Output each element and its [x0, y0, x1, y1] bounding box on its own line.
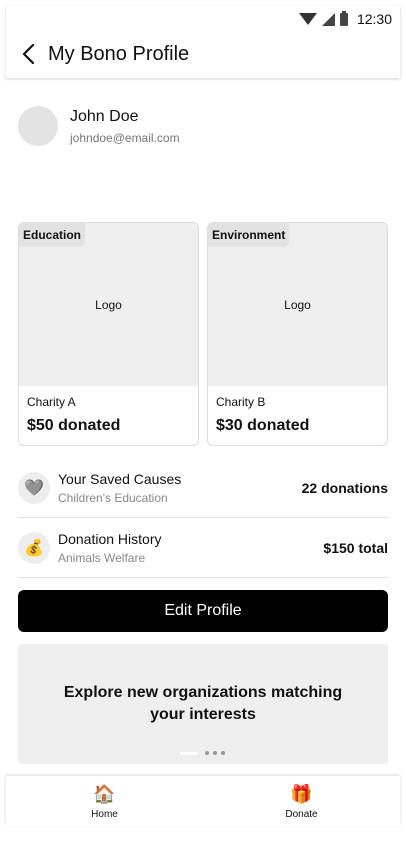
- row-value: $150 total: [323, 539, 388, 556]
- category-tag: Education: [19, 223, 86, 247]
- row-title: Donation History: [58, 530, 162, 547]
- edit-profile-button[interactable]: Edit Profile: [18, 590, 388, 632]
- profile-email: johndoe@email.com: [70, 131, 180, 145]
- saved-causes-row[interactable]: 🩶 Your Saved Causes Children's Education…: [18, 458, 388, 518]
- donation-history-row[interactable]: 💰 Donation History Animals Welfare $150 …: [18, 518, 388, 578]
- heart-icon: 🩶: [18, 471, 50, 504]
- row-value: 22 donations: [301, 479, 388, 496]
- carousel-dot[interactable]: [213, 751, 217, 755]
- charity-cards: Logo Education Charity A $50 donated Log…: [18, 222, 388, 446]
- bottom-nav: 🏠 Home 🎁 Donate: [6, 776, 400, 826]
- nav-item-donate[interactable]: 🎁 Donate: [203, 776, 400, 826]
- nav-item-home[interactable]: 🏠 Home: [6, 776, 203, 826]
- charity-amount: $30 donated: [216, 417, 310, 434]
- profile-summary: John Doe johndoe@email.com: [18, 106, 180, 146]
- carousel-dot[interactable]: [205, 751, 209, 755]
- charity-name: Charity B: [216, 395, 266, 409]
- charity-name: Charity A: [27, 395, 76, 409]
- explore-banner[interactable]: Explore new organizations matching your …: [18, 644, 388, 764]
- row-subtitle: Children's Education: [58, 490, 168, 505]
- row-subtitle: Animals Welfare: [58, 550, 146, 565]
- back-button[interactable]: [8, 34, 48, 74]
- page-title: My Bono Profile: [48, 42, 190, 65]
- home-icon: 🏠: [93, 783, 116, 804]
- charity-logo: Logo: [19, 223, 198, 386]
- banner-text: Explore new organizations matching your …: [63, 684, 343, 723]
- battery-icon: [339, 10, 348, 26]
- charity-logo: Logo: [208, 223, 387, 386]
- carousel-dot-active[interactable]: [180, 751, 198, 755]
- signal-icon: [321, 12, 335, 26]
- nav-label: Home: [91, 808, 118, 820]
- profile-name: John Doe: [70, 108, 139, 125]
- charity-card[interactable]: Logo Education Charity A $50 donated: [18, 222, 199, 446]
- wifi-icon: [298, 13, 317, 25]
- carousel-indicator[interactable]: [180, 751, 225, 755]
- charity-card[interactable]: Logo Environment Charity B $30 donated: [207, 222, 388, 446]
- gift-icon: 🎁: [290, 783, 313, 804]
- avatar[interactable]: [18, 106, 58, 146]
- status-bar: 12:30: [298, 10, 392, 28]
- nav-label: Donate: [285, 808, 318, 820]
- carousel-dot[interactable]: [221, 751, 225, 755]
- charity-amount: $50 donated: [27, 417, 121, 434]
- row-title: Your Saved Causes: [58, 470, 182, 487]
- category-tag: Environment: [208, 223, 290, 247]
- chevron-left-icon: [22, 43, 35, 65]
- status-time: 12:30: [356, 11, 392, 27]
- money-bag-icon: 💰: [18, 531, 50, 564]
- top-bar: 12:30 My Bono Profile: [6, 6, 400, 78]
- app-bar: My Bono Profile: [6, 34, 400, 74]
